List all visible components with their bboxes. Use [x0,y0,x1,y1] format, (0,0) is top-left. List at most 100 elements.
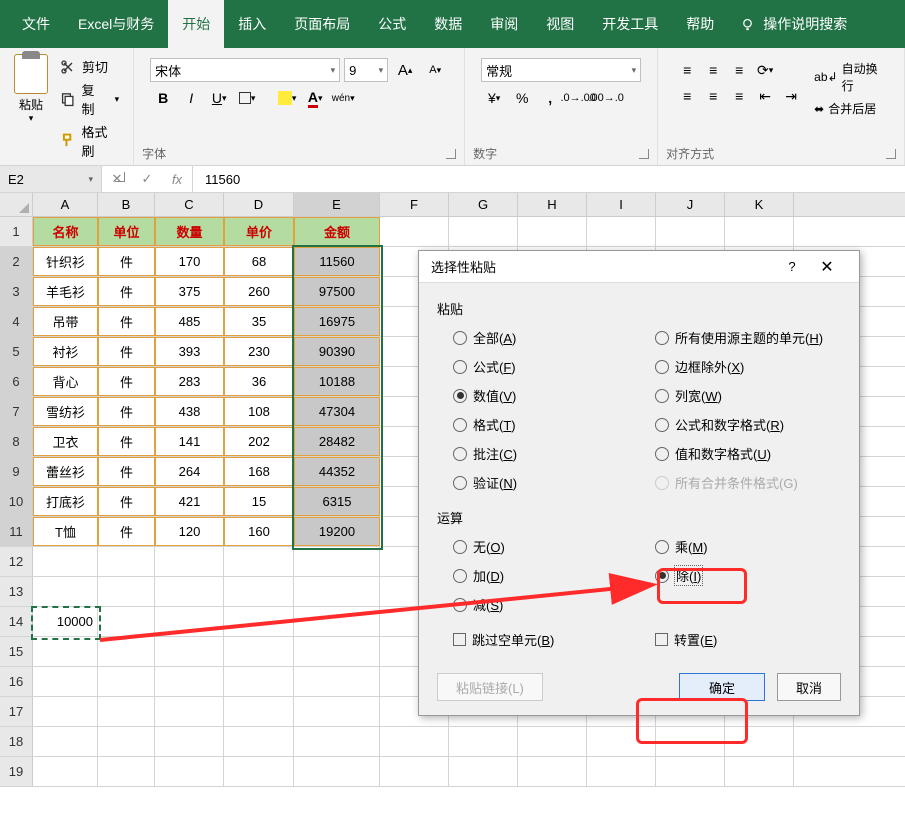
cell-D11[interactable]: 160 [224,517,294,546]
cancel-button[interactable]: 取消 [777,673,841,701]
cell-B3[interactable]: 件 [98,277,155,306]
font-dialog-launcher[interactable] [446,149,456,159]
cell-G1[interactable] [449,217,518,246]
cell-H19[interactable] [518,757,587,786]
ok-button[interactable]: 确定 [679,673,765,701]
align-center-icon[interactable]: ≡ [700,84,726,108]
decrease-font-icon[interactable]: A▾ [422,58,448,82]
radio-op-div[interactable]: 除(I) [655,566,841,585]
check-skip-blanks[interactable]: 跳过空单元(B) [437,630,639,649]
cell-K19[interactable] [725,757,794,786]
cell-E9[interactable]: 44352 [294,457,380,486]
cell-B2[interactable]: 件 [98,247,155,276]
cell-B12[interactable] [98,547,155,576]
cell-E15[interactable] [294,637,380,666]
cell-B9[interactable]: 件 [98,457,155,486]
cell-F19[interactable] [380,757,449,786]
cell-A5[interactable]: 衬衫 [33,337,98,366]
radio-formula-numfmt[interactable]: 公式和数字格式(R) [655,415,841,434]
col-header-D[interactable]: D [224,193,294,216]
tab-page-layout[interactable]: 页面布局 [280,0,364,48]
cell-C1[interactable]: 数量 [155,217,224,246]
percent-button[interactable]: % [509,86,535,110]
cell-A6[interactable]: 背心 [33,367,98,396]
cell-D2[interactable]: 68 [224,247,294,276]
cell-E18[interactable] [294,727,380,756]
increase-decimal-button[interactable]: .0→.00 [565,86,591,110]
tab-file[interactable]: 文件 [8,0,64,48]
cell-E1[interactable]: 金额 [294,217,380,246]
cell-H18[interactable] [518,727,587,756]
cell-E5[interactable]: 90390 [294,337,380,366]
fill-color-button[interactable]: ▾ [274,86,300,110]
cell-C7[interactable]: 438 [155,397,224,426]
cell-C9[interactable]: 264 [155,457,224,486]
col-header-A[interactable]: A [33,193,98,216]
row-header-2[interactable]: 2 [0,247,33,276]
italic-button[interactable]: I [178,86,204,110]
tab-custom[interactable]: Excel与财务 [64,0,168,48]
clipboard-dialog-launcher[interactable] [115,172,125,182]
cell-A14[interactable]: 10000 [33,607,98,636]
cell-F18[interactable] [380,727,449,756]
cell-A8[interactable]: 卫衣 [33,427,98,456]
border-button[interactable]: ▾ [234,86,260,110]
cell-E2[interactable]: 11560 [294,247,380,276]
cell-D6[interactable]: 36 [224,367,294,396]
cell-C3[interactable]: 375 [155,277,224,306]
cell-C8[interactable]: 141 [155,427,224,456]
row-header-17[interactable]: 17 [0,697,33,726]
align-bottom-icon[interactable]: ≡ [726,58,752,82]
cell-G18[interactable] [449,727,518,756]
formula-bar-input[interactable]: 11560 [193,166,905,192]
cell-D18[interactable] [224,727,294,756]
cell-C16[interactable] [155,667,224,696]
row-header-4[interactable]: 4 [0,307,33,336]
cell-A15[interactable] [33,637,98,666]
cell-D5[interactable]: 230 [224,337,294,366]
cell-D10[interactable]: 15 [224,487,294,516]
cell-A19[interactable] [33,757,98,786]
radio-values[interactable]: 数值(V) [453,386,639,405]
cell-D16[interactable] [224,667,294,696]
col-header-C[interactable]: C [155,193,224,216]
cell-D3[interactable]: 260 [224,277,294,306]
tab-view[interactable]: 视图 [532,0,588,48]
cell-A4[interactable]: 吊带 [33,307,98,336]
font-name-combo[interactable]: 宋体▾ [150,58,340,82]
cell-B7[interactable]: 件 [98,397,155,426]
tab-data[interactable]: 数据 [420,0,476,48]
cell-B10[interactable]: 件 [98,487,155,516]
number-format-combo[interactable]: 常规▾ [481,58,641,82]
cell-H1[interactable] [518,217,587,246]
cell-E14[interactable] [294,607,380,636]
cell-D15[interactable] [224,637,294,666]
cell-C4[interactable]: 485 [155,307,224,336]
cell-F1[interactable] [380,217,449,246]
col-header-G[interactable]: G [449,193,518,216]
row-header-9[interactable]: 9 [0,457,33,486]
cell-E13[interactable] [294,577,380,606]
cell-E7[interactable]: 47304 [294,397,380,426]
cell-E8[interactable]: 28482 [294,427,380,456]
cell-A12[interactable] [33,547,98,576]
align-dialog-launcher[interactable] [886,149,896,159]
search-tell-me[interactable]: 操作说明搜索 [740,14,847,34]
cell-A10[interactable]: 打底衫 [33,487,98,516]
bold-button[interactable]: B [150,86,176,110]
accounting-format-button[interactable]: ¥▾ [481,86,507,110]
cell-K1[interactable] [725,217,794,246]
cell-B18[interactable] [98,727,155,756]
cell-A3[interactable]: 羊毛衫 [33,277,98,306]
cell-B17[interactable] [98,697,155,726]
cell-J19[interactable] [656,757,725,786]
cell-D4[interactable]: 35 [224,307,294,336]
cell-J18[interactable] [656,727,725,756]
align-top-icon[interactable]: ≡ [674,58,700,82]
decrease-decimal-button[interactable]: .00→.0 [593,86,619,110]
cell-K18[interactable] [725,727,794,756]
orientation-button[interactable]: ⟳▾ [752,58,778,82]
cell-I19[interactable] [587,757,656,786]
cell-E11[interactable]: 19200 [294,517,380,546]
cell-A11[interactable]: T恤 [33,517,98,546]
